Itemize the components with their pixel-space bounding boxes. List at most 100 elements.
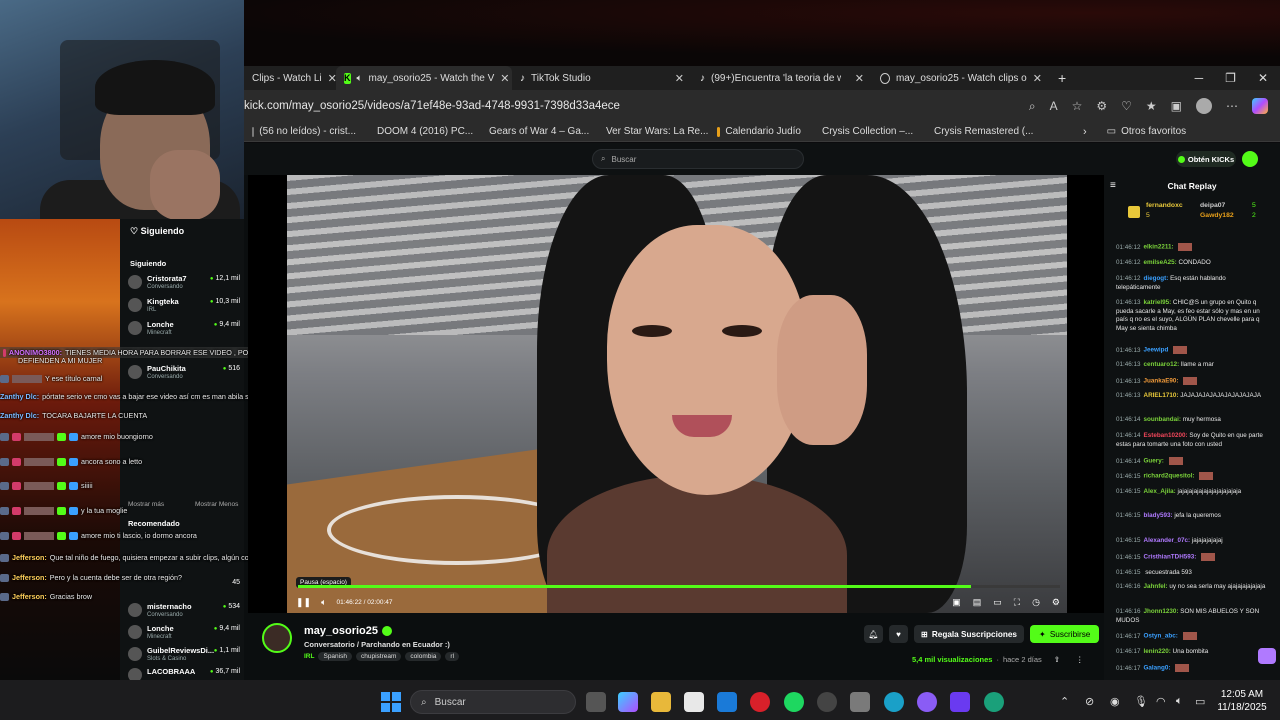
battery-icon[interactable]: ▭ <box>1195 695 1205 708</box>
sidebar-channel[interactable]: Kingteka IRL 10,3 mil <box>128 295 242 317</box>
chat-username[interactable]: emilseA25: <box>1144 259 1177 266</box>
close-icon[interactable]: ✕ <box>500 72 509 85</box>
opera-icon[interactable] <box>750 692 770 712</box>
volume-icon[interactable]: 🔈︎ <box>321 597 326 608</box>
url-field[interactable]: kick.com/may_osorio25/videos/a71ef48e-93… <box>244 100 620 112</box>
bookmark-item[interactable]: Gears of War 4 – Ga... <box>476 126 593 137</box>
miniplayer-icon[interactable]: ▣ <box>952 597 961 608</box>
close-icon[interactable]: ✕ <box>1033 72 1042 85</box>
chat-username[interactable]: Jeewipd <box>1144 347 1169 354</box>
obs-icon[interactable] <box>817 692 837 712</box>
windows-start-icon[interactable] <box>381 692 401 712</box>
chat-username[interactable]: Jahnfel: <box>1144 583 1168 590</box>
settings-gear-icon[interactable]: ⚙ <box>1052 597 1060 608</box>
progress-bar[interactable] <box>298 585 1060 588</box>
settings-app-icon[interactable] <box>850 692 870 712</box>
category-link[interactable]: IRL <box>304 653 314 660</box>
close-icon[interactable]: ✕ <box>855 72 864 85</box>
chat-username[interactable]: lenin220: <box>1144 648 1171 655</box>
gifter-name[interactable]: Gawdy182 <box>1200 212 1234 219</box>
chat-username[interactable]: diegogt: <box>1144 275 1169 282</box>
channel-avatar[interactable] <box>262 623 292 653</box>
tag[interactable]: colombia <box>405 652 442 661</box>
tab-may-osorio-video[interactable]: K 🔈︎ may_osorio25 - Watch the V ✕ <box>336 66 512 90</box>
tag[interactable]: rl <box>445 652 460 661</box>
chevron-right-icon[interactable]: › <box>1083 126 1087 138</box>
subscribe-button[interactable]: ✦ Suscribirse <box>1029 625 1100 643</box>
chat-username[interactable]: ARIEL1710: <box>1144 392 1179 399</box>
sidebar-channel[interactable]: Lonche Minecraft 9,4 mil <box>128 622 242 644</box>
channel-name[interactable]: may_osorio25 <box>304 625 392 637</box>
profile-avatar[interactable] <box>1196 98 1212 114</box>
show-less-button[interactable]: Mostrar Menos <box>195 501 238 508</box>
chat-emote-button[interactable] <box>1258 648 1276 664</box>
outlook-icon[interactable] <box>717 692 737 712</box>
chat-username[interactable]: sounbandai: <box>1144 416 1181 423</box>
bookmark-item[interactable]: Crysis Remastered (... <box>921 126 1041 137</box>
bookmark-item[interactable]: DOOM 4 (2016) PC... <box>364 126 476 137</box>
sidebar-following-header[interactable]: ♡ Siguiendo <box>130 226 184 237</box>
tab-tiktok-studio[interactable]: ♪ TikTok Studio ✕ <box>512 66 692 90</box>
chat-username[interactable]: CristhianTDH593: <box>1144 554 1197 561</box>
speaker-icon[interactable]: 🔈︎ <box>1176 695 1183 708</box>
task-view-icon[interactable] <box>586 692 606 712</box>
maximize-icon[interactable]: ❐ <box>1225 71 1236 85</box>
sidebar-channel[interactable]: Cristorata7 Conversando 12,1 mil <box>128 272 242 294</box>
file-explorer-icon[interactable] <box>651 692 671 712</box>
chevron-up-icon[interactable]: ⌃ <box>1060 695 1069 708</box>
bookmark-item[interactable]: (56 no leídos) - crist... <box>244 126 364 137</box>
theater-icon[interactable]: ▭ <box>993 597 1002 608</box>
bookmark-item[interactable]: Calendario Judío <box>709 126 809 137</box>
network-off-icon[interactable]: ⊘ <box>1085 695 1094 708</box>
favorite-star-icon[interactable]: ☆ <box>1072 99 1083 113</box>
get-kicks-button[interactable]: Obtén KICKs <box>1176 151 1236 167</box>
speaker-icon[interactable]: 🔈︎ <box>357 73 363 84</box>
sidebar-channel[interactable]: Lonche Minecraft 9,4 mil <box>128 318 242 340</box>
chat-username[interactable]: blady593: <box>1144 512 1173 519</box>
fullscreen-icon[interactable]: ⛶ <box>1014 597 1020 608</box>
sidebar-channel[interactable]: GuibelReviewsDi... Slots & Casino 1,1 mi… <box>128 644 242 666</box>
tab-may-osorio-clips[interactable]: may_osorio25 - Watch clips on Ki ✕ <box>872 66 1050 90</box>
wifi-icon[interactable]: ◠ <box>1156 695 1166 708</box>
sidebar-channel[interactable]: misternacho Conversando 534 <box>128 600 242 622</box>
tag[interactable]: Spanish <box>318 652 352 661</box>
chat-username[interactable]: Jhonn1230: <box>1144 608 1179 615</box>
chat-username[interactable]: Alexander_07c: <box>1144 537 1191 544</box>
edge-icon[interactable] <box>884 692 904 712</box>
follow-heart-button[interactable]: ♥ <box>889 625 908 643</box>
tab-clips[interactable]: Clips - Watch Li ✕ <box>244 66 336 90</box>
other-bookmarks[interactable]: ▭ Otros favoritos <box>1099 126 1194 137</box>
microphone-icon[interactable]: 🎙︎ <box>1134 695 1148 708</box>
chat-username[interactable]: Galang0: <box>1144 665 1171 672</box>
user-avatar[interactable] <box>1242 151 1258 167</box>
favorites-icon[interactable]: ★ <box>1146 99 1157 113</box>
chat-username[interactable]: Ostyn_abc: <box>1144 633 1178 640</box>
video-frame[interactable] <box>287 175 1067 613</box>
gift-subs-button[interactable]: ⊞ Regala Suscripciones <box>914 625 1024 643</box>
collapse-chat-icon[interactable]: ≡ <box>1110 180 1116 191</box>
taskbar-search-input[interactable]: ⌕ Buscar <box>410 690 576 714</box>
chat-username[interactable]: katriel95: <box>1144 299 1172 306</box>
chat-username[interactable]: Guery: <box>1144 458 1164 465</box>
chat-username[interactable]: elkin2211: <box>1144 244 1174 251</box>
tab-tiktok-search[interactable]: ♪ (99+)Encuentra 'la teoria de west ✕ <box>692 66 872 90</box>
more-options-icon[interactable]: ⋮ <box>1076 655 1084 664</box>
copilot-icon[interactable] <box>1252 98 1268 114</box>
bookmark-item[interactable]: Crysis Collection –... <box>809 126 921 137</box>
edge-dev-icon[interactable] <box>984 692 1004 712</box>
close-window-icon[interactable]: ✕ <box>1258 71 1268 85</box>
read-aloud-icon[interactable]: A <box>1050 99 1058 113</box>
share-icon[interactable]: ⇧ <box>1054 655 1060 664</box>
more-icon[interactable]: ⋯ <box>1226 99 1238 113</box>
chat-username[interactable]: richard2quesitol: <box>1144 473 1195 480</box>
extensions-icon[interactable]: ⚙ <box>1096 99 1107 113</box>
new-tab-button[interactable]: + <box>1050 66 1080 90</box>
close-icon[interactable]: ✕ <box>675 72 684 85</box>
zoom-icon[interactable]: ⌕ <box>1029 99 1036 114</box>
chat-username[interactable]: JuankaE90: <box>1144 378 1179 385</box>
search-input[interactable]: ⌕ Buscar <box>592 149 804 169</box>
clipchamp-icon[interactable] <box>950 692 970 712</box>
bookmark-item[interactable]: Ver Star Wars: La Re... <box>593 126 709 137</box>
notification-bell-button[interactable]: 🔔︎ <box>864 625 883 643</box>
sidebar-channel[interactable]: PauChikita Conversando 516 <box>128 362 242 384</box>
